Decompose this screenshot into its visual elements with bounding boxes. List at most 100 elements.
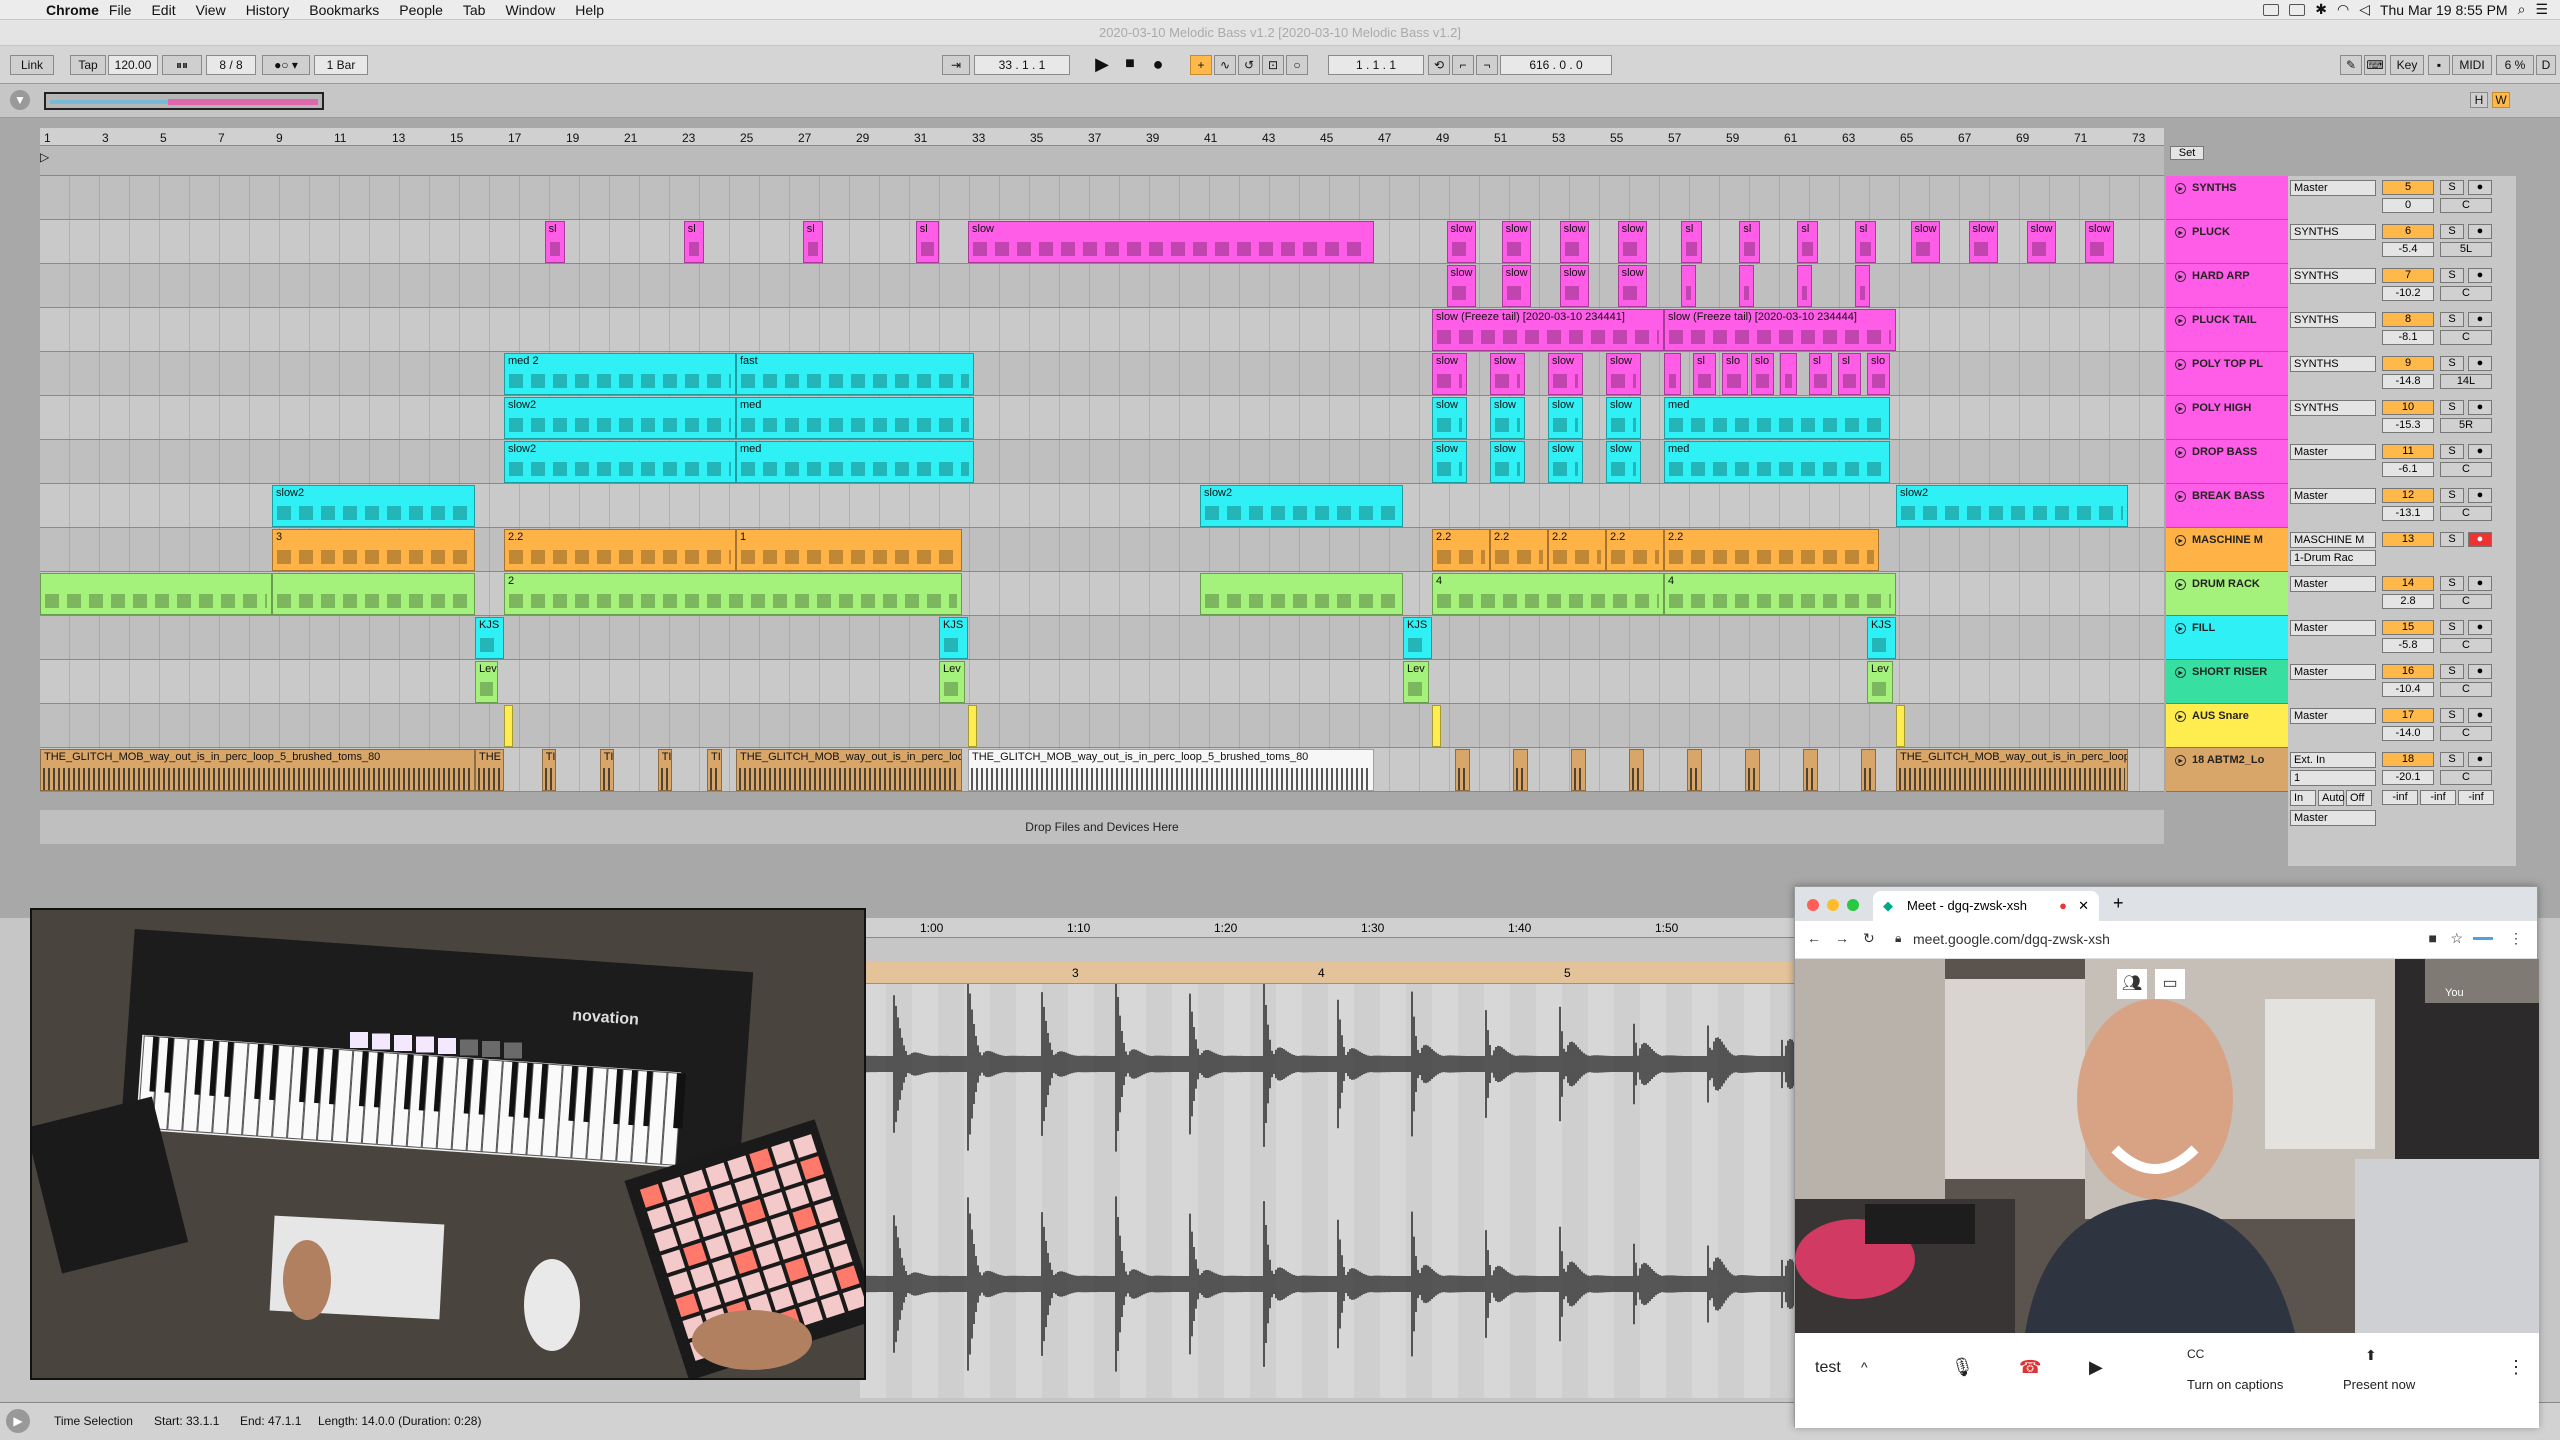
url-field[interactable]: meet.google.com/dgq-zwsk-xsh: [1913, 931, 2110, 947]
screen-icon[interactable]: [2263, 3, 2280, 16]
fold-arrow-icon[interactable]: ▸: [2175, 667, 2186, 678]
clip[interactable]: sl: [1681, 221, 1702, 263]
fold-arrow-icon[interactable]: ▸: [2175, 359, 2186, 370]
overview-strip[interactable]: [44, 92, 324, 110]
clip[interactable]: KJS: [939, 617, 968, 659]
track-name[interactable]: SHORT RISER: [2192, 666, 2267, 678]
track-header[interactable]: ▸ POLY TOP PL: [2166, 352, 2288, 396]
record-icon[interactable]: ●: [1146, 55, 1170, 75]
clip[interactable]: KJS: [475, 617, 504, 659]
output-routing[interactable]: Master: [2290, 444, 2376, 460]
solo-button[interactable]: S: [2440, 312, 2464, 327]
clip[interactable]: [272, 573, 475, 615]
track-lane[interactable]: sl sl sl sl slow slow slow slow slow sl sl sl sl slow…: [40, 220, 2164, 264]
clip[interactable]: sl: [1739, 221, 1760, 263]
track-activator[interactable]: 5: [2382, 180, 2434, 195]
clip[interactable]: 1: [736, 529, 963, 571]
output-routing[interactable]: SYNTHS: [2290, 400, 2376, 416]
track-name[interactable]: MASCHINE M: [2192, 534, 2263, 546]
search-icon[interactable]: ⌕: [2518, 1, 2526, 18]
sample-waveform[interactable]: [859, 976, 1800, 1398]
solo-button[interactable]: S: [2440, 576, 2464, 591]
clip[interactable]: 2.2: [1548, 529, 1606, 571]
clock[interactable]: Thu Mar 19 8:55 PM: [2380, 2, 2508, 18]
tap-button[interactable]: Tap: [70, 55, 106, 75]
output-routing[interactable]: SYNTHS: [2290, 224, 2376, 240]
chevron-up-icon[interactable]: ^: [1861, 1359, 1868, 1375]
track-lane[interactable]: slow2 med slow slow slow slow med: [40, 396, 2164, 440]
track-header[interactable]: ▸ POLY HIGH: [2166, 396, 2288, 440]
hotswap-button[interactable]: H: [2470, 92, 2488, 108]
solo-button[interactable]: S: [2440, 180, 2464, 195]
clip[interactable]: slow: [1617, 265, 1647, 307]
clip[interactable]: TI: [599, 749, 615, 791]
volume-field[interactable]: -14.0: [2382, 726, 2434, 741]
song-position[interactable]: 33 . 1 . 1: [974, 55, 1070, 75]
solo-button[interactable]: S: [2440, 752, 2464, 767]
track-header[interactable]: ▸ DROP BASS: [2166, 440, 2288, 484]
clip[interactable]: [1681, 265, 1696, 307]
clip[interactable]: slow: [1617, 221, 1647, 263]
chat-icon[interactable]: ▭: [2155, 969, 2185, 999]
pan-field[interactable]: C: [2440, 506, 2492, 521]
track-name[interactable]: FILL: [2192, 622, 2215, 634]
track-lane[interactable]: slow2 med slow slow slow slow med: [40, 440, 2164, 484]
maximize-icon[interactable]: [1847, 899, 1859, 911]
fold-arrow-icon[interactable]: ▸: [2175, 623, 2186, 634]
fold-arrow-icon[interactable]: ▸: [2175, 491, 2186, 502]
volume-field[interactable]: -10.4: [2382, 682, 2434, 697]
clip[interactable]: [1200, 573, 1403, 615]
session-record-icon[interactable]: ○: [1286, 55, 1308, 75]
output-routing[interactable]: Master: [2290, 708, 2376, 724]
volume-field[interactable]: -5.4: [2382, 242, 2434, 257]
clip[interactable]: TI: [707, 749, 722, 791]
volume-field[interactable]: -20.1: [2382, 770, 2434, 785]
arm-button[interactable]: ●: [2468, 268, 2492, 283]
set-button[interactable]: Set: [2170, 146, 2204, 160]
clip[interactable]: TI: [657, 749, 673, 791]
camera-permission-icon[interactable]: ■: [2429, 930, 2437, 946]
clip[interactable]: slow: [1432, 397, 1467, 439]
track-activator[interactable]: 17: [2382, 708, 2434, 723]
track-activator[interactable]: 9: [2382, 356, 2434, 371]
midi-map-button[interactable]: MIDI: [2452, 55, 2492, 75]
track-activator[interactable]: 15: [2382, 620, 2434, 635]
clip[interactable]: sl: [544, 221, 565, 263]
arm-button[interactable]: ●: [2468, 488, 2492, 503]
link-button[interactable]: Link: [10, 55, 54, 75]
track-lane[interactable]: 2 4 4: [40, 572, 2164, 616]
track-header[interactable]: ▸ PLUCK: [2166, 220, 2288, 264]
fold-arrow-icon[interactable]: ▸: [2175, 183, 2186, 194]
clip[interactable]: 2.2: [1664, 529, 1879, 571]
arm-button[interactable]: ●: [2468, 532, 2492, 547]
track-name[interactable]: HARD ARP: [2192, 270, 2250, 282]
arrangement-view[interactable]: sl sl sl sl slow slow slow slow slow sl sl sl sl slow…: [40, 176, 2164, 866]
collapse-icon[interactable]: ▼: [10, 90, 30, 110]
clip[interactable]: 2.2: [1490, 529, 1548, 571]
fold-arrow-icon[interactable]: ▸: [2175, 579, 2186, 590]
clip[interactable]: Lev: [475, 661, 499, 703]
track-activator[interactable]: 18: [2382, 752, 2434, 767]
play-clip-icon[interactable]: ▶: [6, 1409, 30, 1433]
present-button[interactable]: Present now: [2343, 1377, 2415, 1392]
clip[interactable]: slow: [1501, 265, 1531, 307]
arm-button[interactable]: ●: [2468, 180, 2492, 195]
clip[interactable]: slow (Freeze tail) [2020-03-10 234444]: [1664, 309, 1896, 351]
more-options-icon[interactable]: ⋮: [2507, 1357, 2525, 1378]
solo-button[interactable]: S: [2440, 224, 2464, 239]
clip[interactable]: slow: [1559, 265, 1589, 307]
beat-time-ruler[interactable]: 1 3 5 7 9 11 13 15 17 19 21 23 25 27 29 31 33 35 37 39 41 43 4…: [40, 128, 2164, 146]
loop-start[interactable]: 1 . 1 . 1: [1328, 55, 1424, 75]
track-activator[interactable]: 16: [2382, 664, 2434, 679]
pan-field[interactable]: 5L: [2440, 242, 2492, 257]
track-lane[interactable]: KJS KJS KJS KJS: [40, 616, 2164, 660]
track-header[interactable]: ▸ SHORT RISER: [2166, 660, 2288, 704]
loop-length[interactable]: 616 . 0 . 0: [1500, 55, 1612, 75]
clip[interactable]: sl: [1855, 221, 1876, 263]
clip[interactable]: [1629, 749, 1644, 791]
tab-meet[interactable]: ◆ Meet - dgq-zwsk-xsh ● ✕: [1873, 891, 2099, 921]
nudge-buttons[interactable]: ⏸⏸: [162, 55, 202, 75]
computer-keyboard-icon[interactable]: ⌨: [2364, 55, 2386, 75]
clip[interactable]: [1861, 749, 1876, 791]
follow-button[interactable]: ⇥: [942, 55, 970, 75]
